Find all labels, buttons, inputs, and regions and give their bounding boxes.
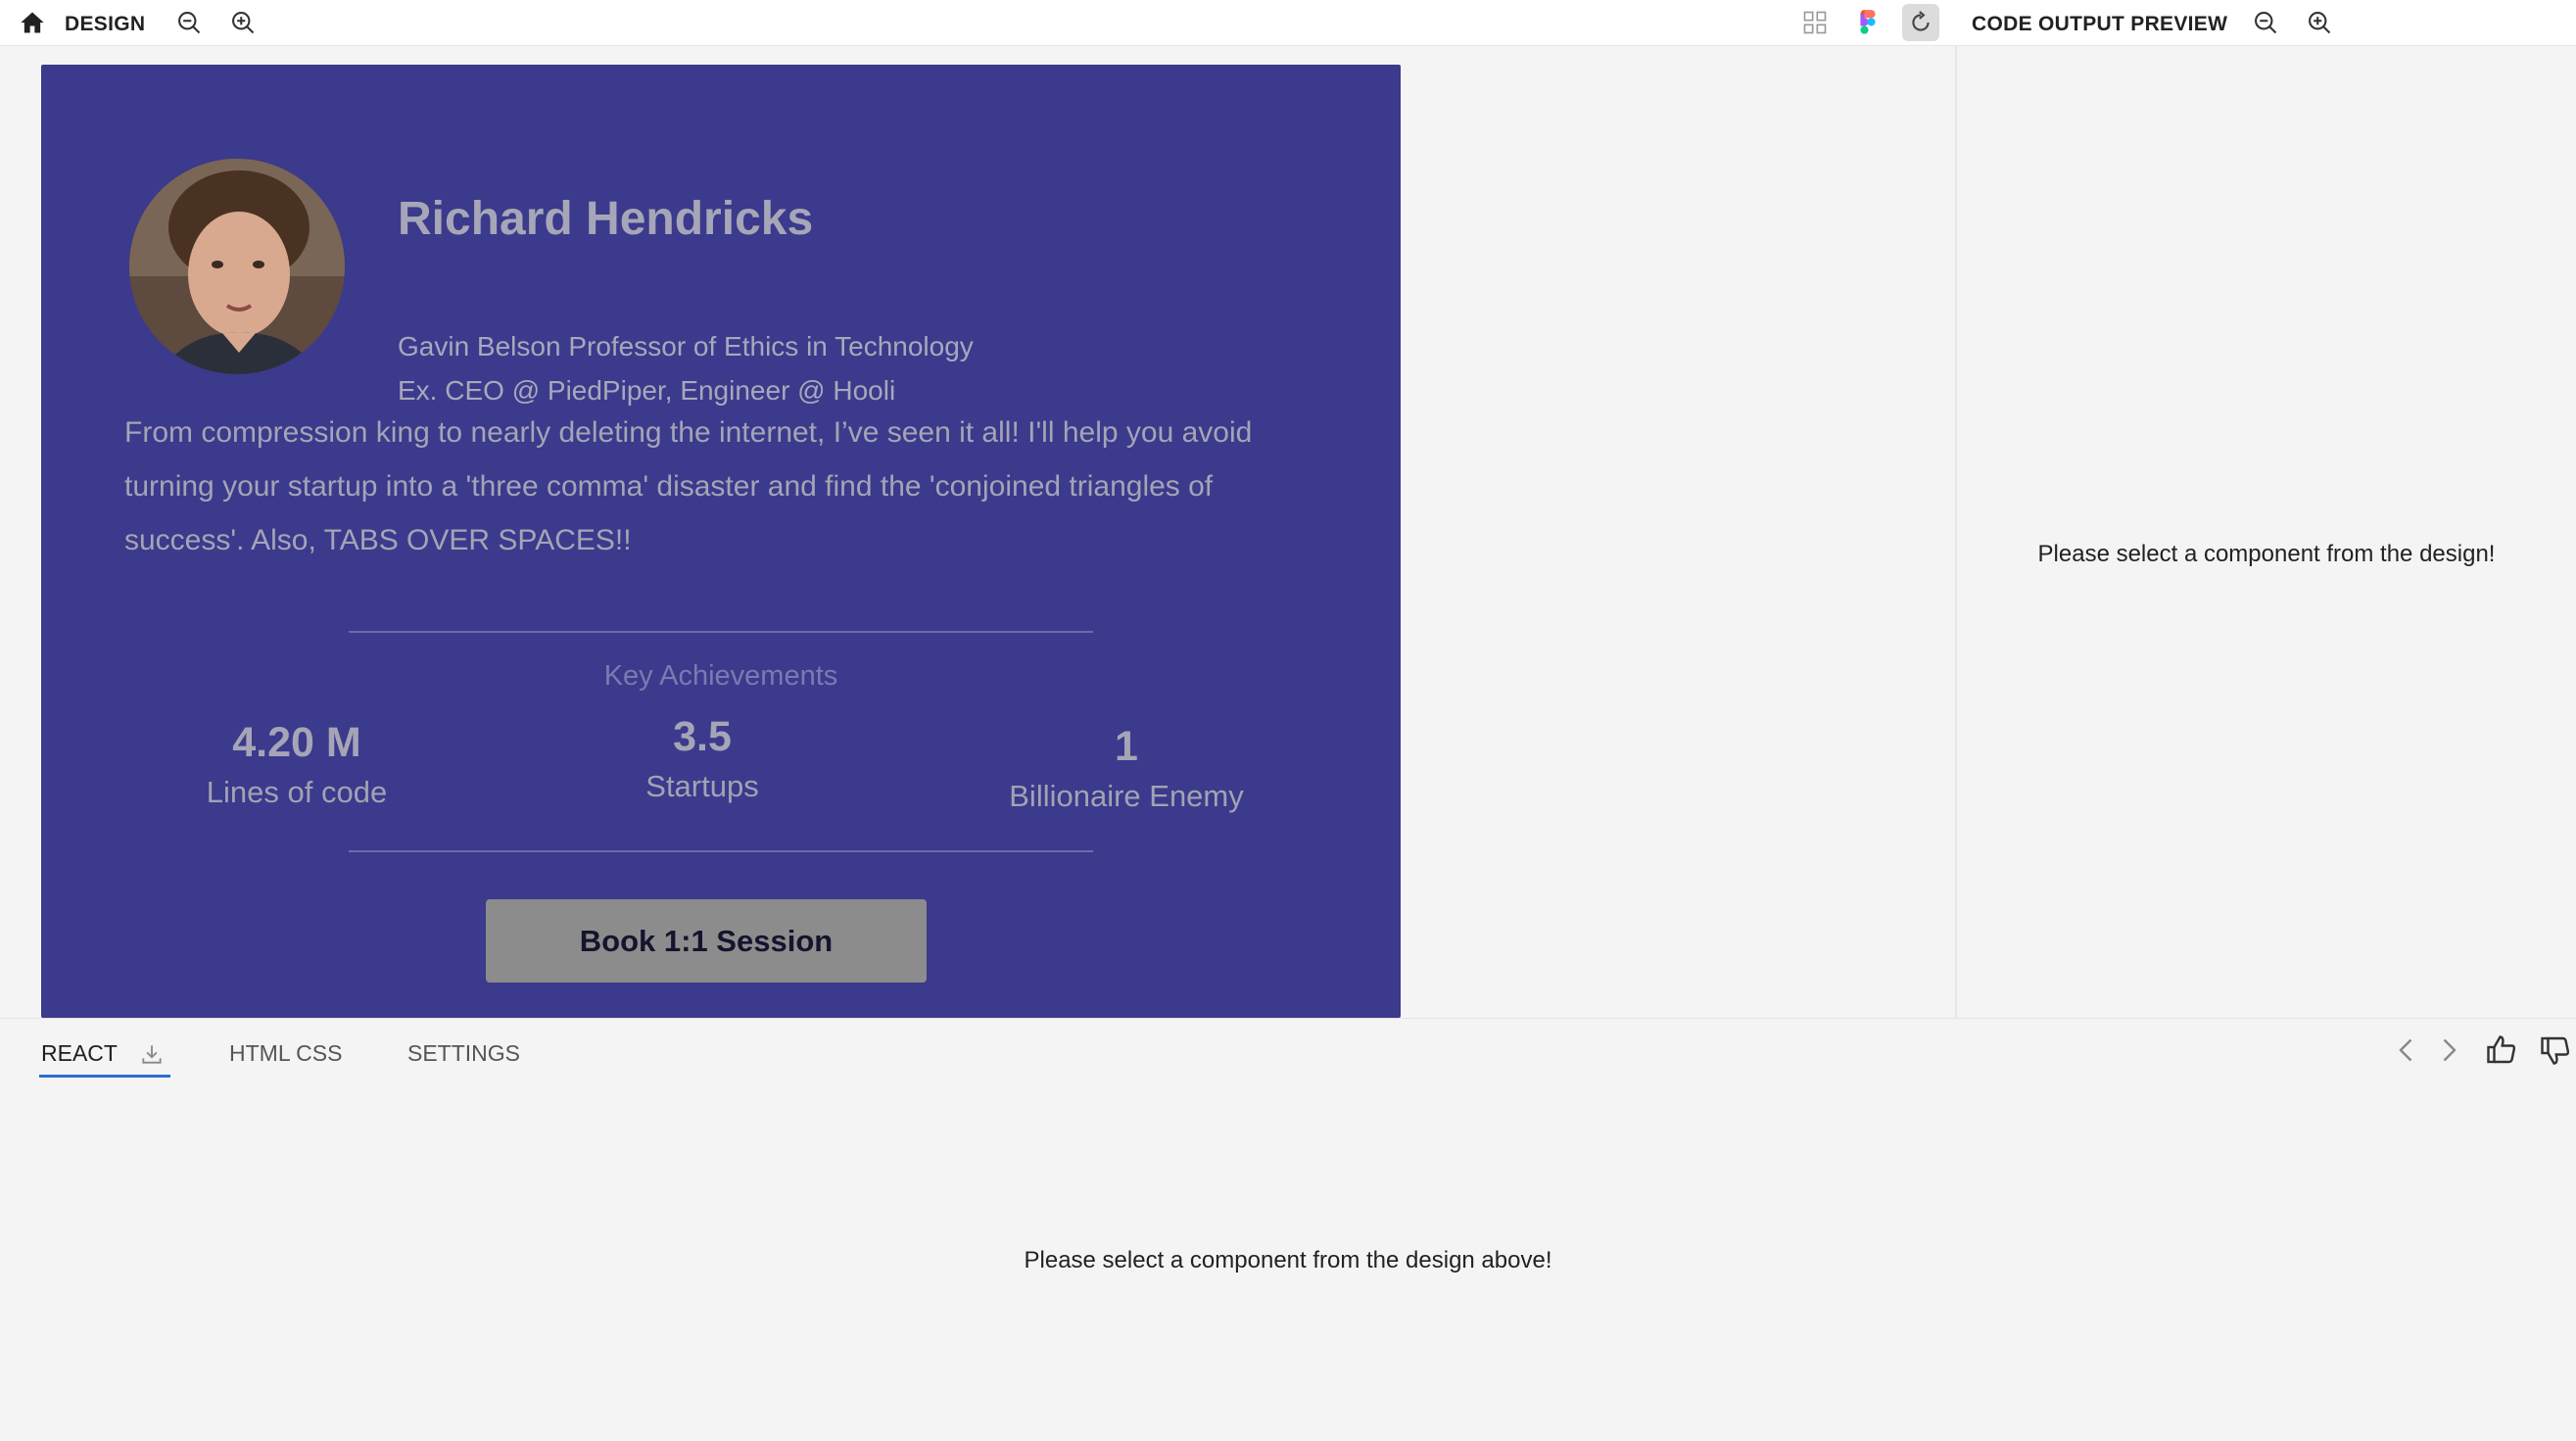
divider-top xyxy=(349,631,1093,633)
profile-title-line2: Ex. CEO @ PiedPiper, Engineer @ Hooli xyxy=(398,375,896,406)
stat-billionaire-enemy: 1 Billionaire Enemy xyxy=(979,723,1273,814)
code-output-preview-label: CODE OUTPUT PREVIEW xyxy=(1972,13,2228,35)
preview-zoom-out-icon[interactable] xyxy=(2249,6,2282,39)
preview-zoom-in-icon[interactable] xyxy=(2303,6,2336,39)
book-session-button[interactable]: Book 1:1 Session xyxy=(486,899,927,983)
stat-label: Billionaire Enemy xyxy=(1009,779,1244,813)
chevron-left-icon[interactable] xyxy=(2389,1033,2424,1068)
stat-value: 4.20 M xyxy=(232,719,361,766)
avatar[interactable] xyxy=(129,159,345,374)
tab-settings[interactable]: SETTINGS xyxy=(407,1040,520,1067)
stat-label: Lines of code xyxy=(206,775,388,809)
tab-react[interactable]: REACT xyxy=(41,1040,165,1067)
download-icon[interactable] xyxy=(139,1041,165,1067)
profile-bio: From compression king to nearly deleting… xyxy=(124,416,1253,556)
zoom-in-icon[interactable] xyxy=(226,6,260,39)
active-tab-indicator xyxy=(39,1075,170,1078)
zoom-out-icon[interactable] xyxy=(172,6,206,39)
stat-lines-of-code: 4.20 M Lines of code xyxy=(150,719,444,810)
chevron-right-icon[interactable] xyxy=(2431,1033,2466,1068)
thumbs-up-icon[interactable] xyxy=(2484,1033,2519,1068)
achievements-title: Key Achievements xyxy=(603,660,838,692)
profile-title-line1: Gavin Belson Professor of Ethics in Tech… xyxy=(398,331,974,361)
thumbs-down-icon[interactable] xyxy=(2538,1033,2573,1068)
app-window: DESIGN CODE OUTPUT PREVIEW Richard Hendr… xyxy=(0,0,2576,1441)
code-output-preview-panel: Please select a component from the desig… xyxy=(1957,46,2576,1018)
code-empty-message: Please select a component from the desig… xyxy=(1024,1247,1552,1273)
top-toolbar: DESIGN CODE OUTPUT PREVIEW xyxy=(0,0,2576,46)
stat-label: Startups xyxy=(645,769,759,803)
profile-card[interactable]: Richard Hendricks Gavin Belson Professor… xyxy=(41,65,1401,1018)
figma-icon[interactable] xyxy=(1851,6,1884,39)
grid-icon[interactable] xyxy=(1798,6,1832,39)
preview-empty-message: Please select a component from the desig… xyxy=(2037,541,2496,567)
divider-bottom xyxy=(349,850,1093,852)
tab-react-label: REACT xyxy=(41,1040,118,1066)
refresh-icon[interactable] xyxy=(1902,4,1939,41)
design-label: DESIGN xyxy=(65,13,146,35)
stat-startups: 3.5 Startups xyxy=(555,713,849,804)
stat-value: 1 xyxy=(1115,723,1138,770)
stat-value: 3.5 xyxy=(673,713,732,760)
home-icon[interactable] xyxy=(16,6,49,39)
code-panel: REACT HTML CSS SETTINGS Please select a … xyxy=(0,1018,2576,1441)
tab-html-css[interactable]: HTML CSS xyxy=(229,1040,342,1067)
profile-name: Richard Hendricks xyxy=(398,193,814,245)
